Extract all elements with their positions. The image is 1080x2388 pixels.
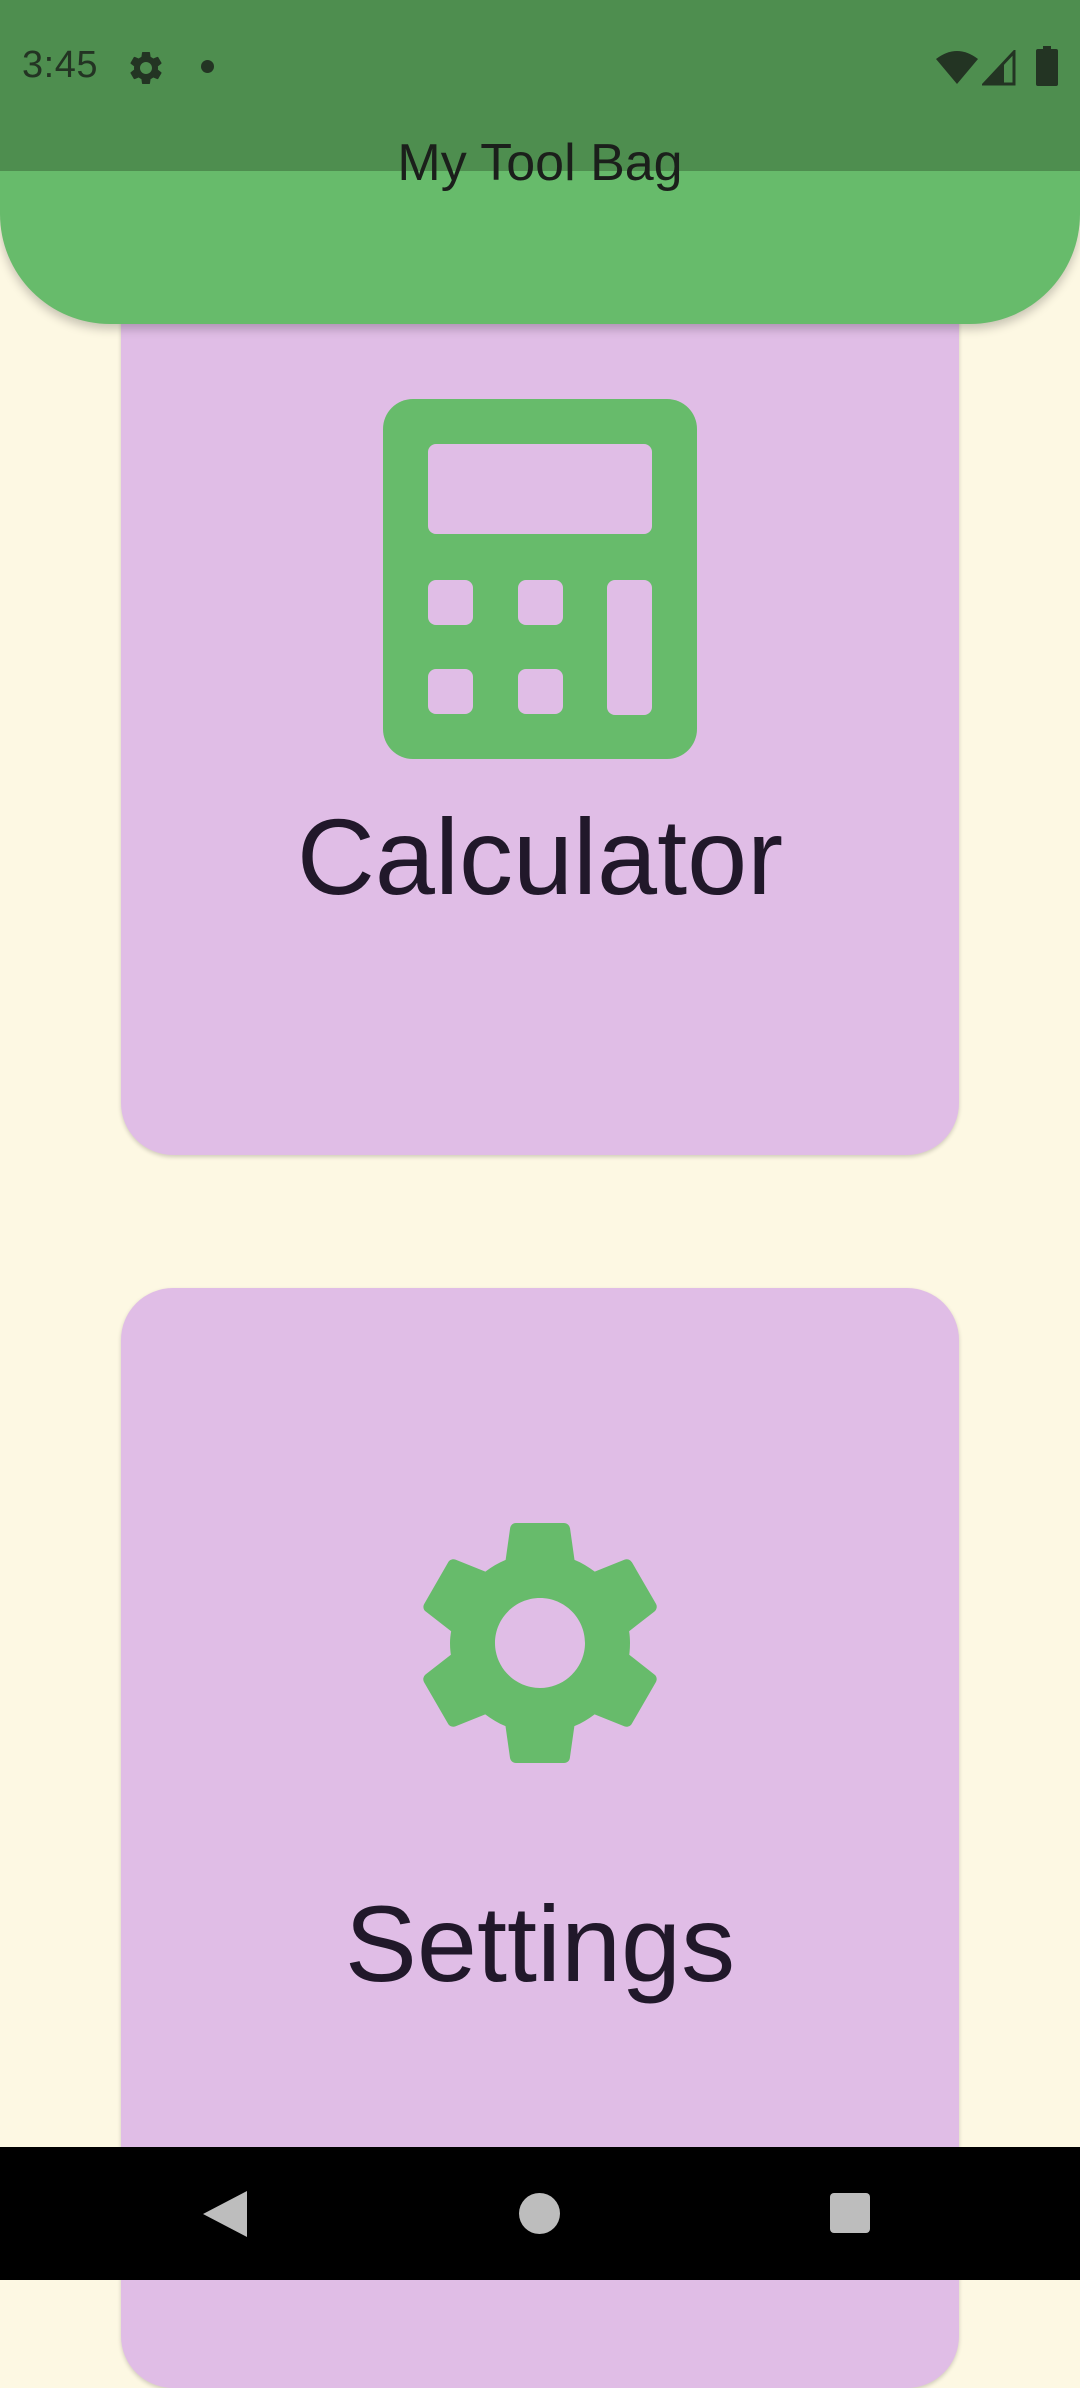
battery-icon — [1036, 46, 1058, 86]
settings-label: Settings — [344, 1883, 736, 2004]
notification-dot-icon — [201, 60, 214, 73]
home-icon[interactable] — [519, 2193, 560, 2234]
calculator-icon — [383, 399, 697, 759]
cellular-signal-icon — [982, 50, 1016, 86]
settings-icon — [423, 1523, 657, 1763]
page-title: My Tool Bag — [397, 134, 683, 192]
settings-gear-icon — [130, 51, 162, 84]
wifi-icon — [936, 51, 978, 84]
back-icon[interactable] — [203, 2191, 247, 2237]
recents-icon[interactable] — [830, 2193, 870, 2233]
navigation-bar — [0, 2147, 1080, 2280]
status-time: 3:45 — [22, 44, 98, 86]
calculator-card[interactable]: Calculator — [121, 250, 959, 1155]
calculator-label: Calculator — [296, 796, 784, 917]
